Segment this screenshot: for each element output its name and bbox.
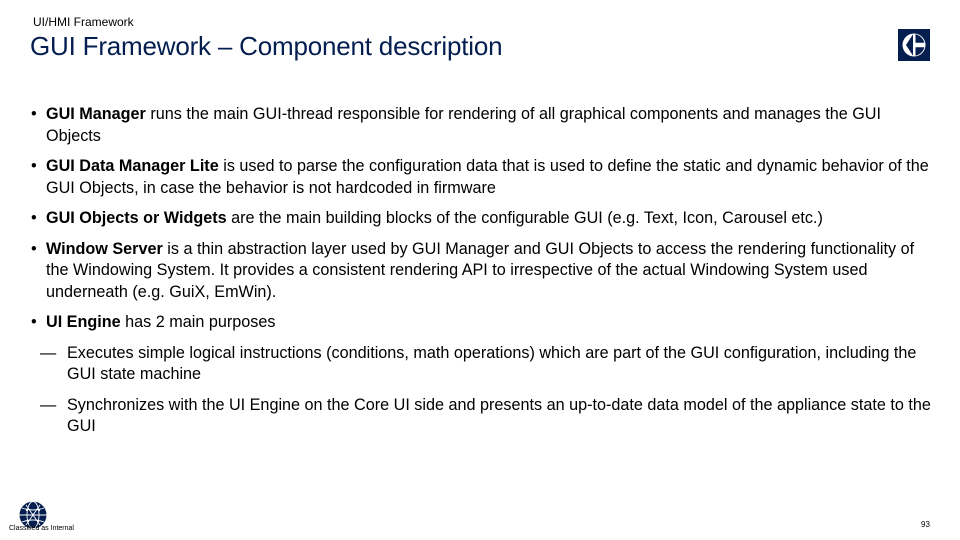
- sub-item-text: Executes simple logical instructions (co…: [67, 343, 917, 384]
- item-term: GUI Data Manager Lite: [46, 157, 219, 175]
- list-item: • GUI Manager runs the main GUI-thread r…: [31, 104, 936, 147]
- dash-marker: —: [40, 343, 57, 362]
- content: • GUI Manager runs the main GUI-thread r…: [31, 104, 936, 447]
- electrolux-logo-icon: [898, 29, 930, 61]
- dash-marker: —: [40, 395, 57, 414]
- item-description: has 2 main purposes: [120, 313, 276, 331]
- bullet-marker: •: [31, 105, 37, 123]
- bullet-marker: •: [31, 313, 37, 331]
- bullet-marker: •: [31, 239, 37, 258]
- section-label: UI/HMI Framework: [33, 15, 134, 29]
- page-number: 93: [921, 520, 930, 529]
- list-item: • UI Engine has 2 main purposes: [31, 312, 936, 334]
- list-item: • GUI Data Manager Lite is used to parse…: [31, 156, 936, 199]
- page-title: GUI Framework – Component description: [30, 31, 503, 61]
- item-description: are the main building blocks of the conf…: [226, 209, 823, 227]
- item-term: Window Server: [46, 239, 163, 258]
- sub-list-item: — Synchronizes with the UI Engine on the…: [31, 395, 936, 438]
- sub-item-text: Synchronizes with the UI Engine on the C…: [67, 395, 931, 436]
- item-term: GUI Objects or Widgets: [46, 209, 227, 227]
- item-description: is a thin abstraction layer used by GUI …: [46, 239, 915, 301]
- item-term: GUI Manager: [46, 105, 146, 123]
- item-term: UI Engine: [46, 313, 121, 331]
- classification-label: Classified as Internal: [9, 525, 74, 532]
- slide: UI/HMI Framework GUI Framework – Compone…: [0, 0, 960, 540]
- bullet-marker: •: [31, 157, 37, 175]
- list-item: • Window Server is a thin abstraction la…: [31, 239, 936, 304]
- list-item: • GUI Objects or Widgets are the main bu…: [31, 208, 936, 230]
- bullet-marker: •: [31, 209, 37, 227]
- item-description: runs the main GUI-thread responsible for…: [46, 105, 881, 145]
- sub-list-item: — Executes simple logical instructions (…: [31, 343, 936, 386]
